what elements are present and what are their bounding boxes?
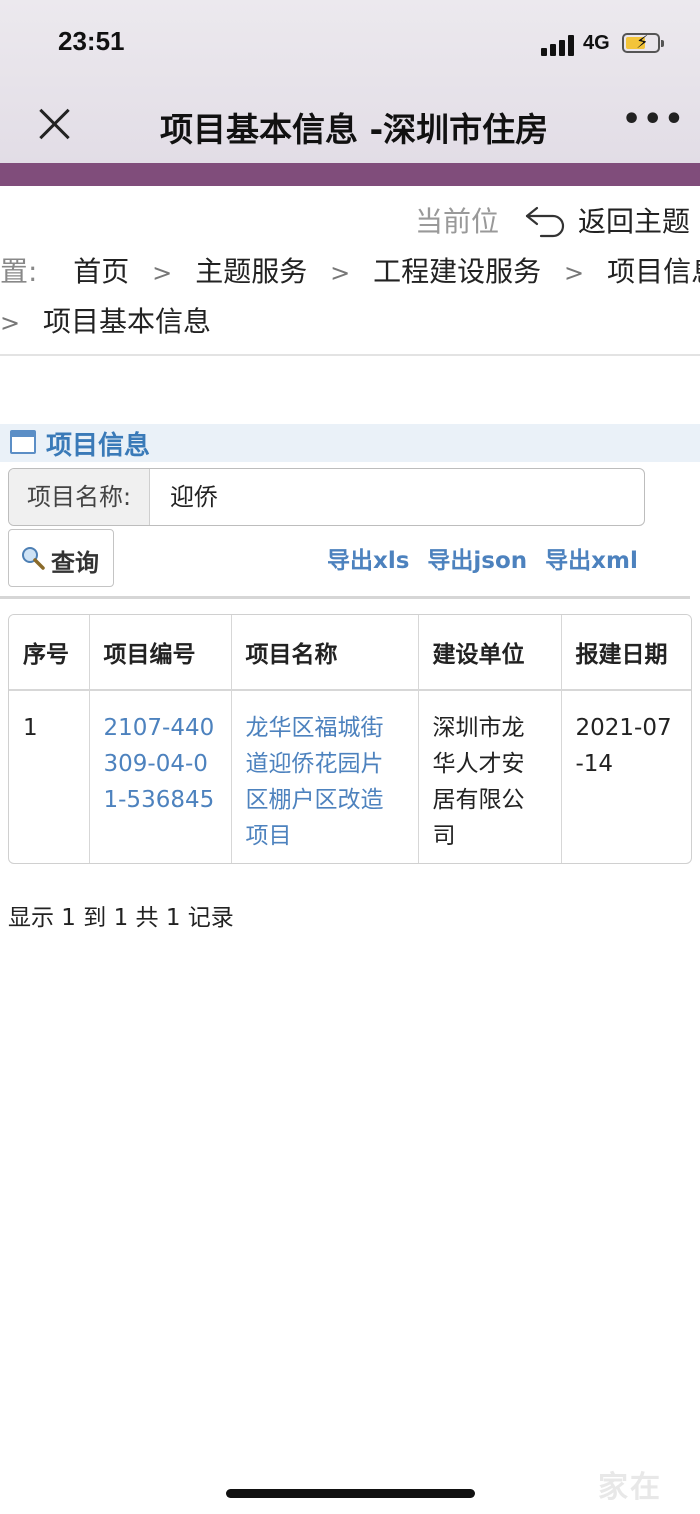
battery-icon: ⚡ xyxy=(622,32,664,53)
status-time: 23:51 xyxy=(58,26,125,56)
breadcrumb-continued: > 项目基本信息 xyxy=(0,300,211,340)
query-button[interactable]: 查询 xyxy=(8,529,114,587)
cell-project-code-link[interactable]: 2107-440309-04-01-536845 xyxy=(89,690,232,863)
breadcrumb-separator: > xyxy=(0,309,21,337)
page-title: 项目基本信息 -深圳市住房 xyxy=(160,110,549,149)
window-icon xyxy=(10,430,36,454)
cell-index: 1 xyxy=(9,690,90,863)
header-project-code[interactable]: 项目编号 xyxy=(89,615,232,691)
top-bar: 23:51 4G ⚡ 项目基本信息 -深圳市住房 ••• xyxy=(0,0,700,163)
record-count: 显示 1 到 1 共 1 记录 xyxy=(8,905,234,931)
project-name-field: 项目名称: 迎侨 xyxy=(8,468,645,526)
breadcrumb: 置: 首页 > 主题服务 > 工程建设服务 > 项目信息 xyxy=(0,250,700,290)
export-xml-link[interactable]: 导出xml xyxy=(545,548,638,574)
divider xyxy=(0,354,700,356)
header-divider-band xyxy=(0,163,700,186)
project-name-label: 项目名称: xyxy=(9,469,150,525)
signal-icon xyxy=(541,34,575,56)
header-index[interactable]: 序号 xyxy=(9,615,90,691)
breadcrumb-separator: > xyxy=(330,259,351,287)
close-button[interactable] xyxy=(30,100,78,148)
back-to-topic-link[interactable]: 返回主题 xyxy=(578,200,690,240)
current-position-label: 当前位 xyxy=(415,205,500,238)
breadcrumb-item-topic-services[interactable]: 主题服务 xyxy=(195,250,307,290)
table-header-row: 序号 项目编号 项目名称 建设单位 报建日期 xyxy=(9,615,691,691)
network-type: 4G xyxy=(583,32,610,54)
project-table: 序号 项目编号 项目名称 建设单位 报建日期 1 2107-440309-04-… xyxy=(8,614,692,864)
export-xls-link[interactable]: 导出xls xyxy=(327,548,409,574)
breadcrumb-item-construction-services[interactable]: 工程建设服务 xyxy=(373,250,541,290)
breadcrumb-item-project-info[interactable]: 项目信息 xyxy=(607,250,700,290)
breadcrumb-separator: > xyxy=(152,259,173,287)
cell-builder: 深圳市龙华人才安居有限公司 xyxy=(418,690,562,863)
table-row: 1 2107-440309-04-01-536845 龙华区福城街道迎侨花园片区… xyxy=(9,690,691,863)
panel-title: 项目信息 xyxy=(46,431,151,461)
more-options-icon[interactable]: ••• xyxy=(622,105,684,140)
breadcrumb-item-basic-info: 项目基本信息 xyxy=(43,305,212,338)
project-name-input[interactable]: 迎侨 xyxy=(170,469,218,525)
breadcrumb-lead: 置: xyxy=(0,255,38,288)
cell-project-name-link[interactable]: 龙华区福城街道迎侨花园片区棚户区改造项目 xyxy=(231,690,419,863)
query-label: 查询 xyxy=(51,549,99,577)
header-project-name[interactable]: 项目名称 xyxy=(231,615,419,691)
divider xyxy=(0,596,690,599)
export-links: 导出xls 导出json 导出xml xyxy=(327,541,638,575)
magnifier-icon xyxy=(22,547,45,570)
header-builder[interactable]: 建设单位 xyxy=(418,615,562,691)
back-arrow-icon[interactable] xyxy=(523,202,569,238)
cell-report-date: 2021-07-14 xyxy=(575,715,672,777)
home-indicator[interactable] xyxy=(226,1489,475,1498)
breadcrumb-item-home[interactable]: 首页 xyxy=(73,250,129,290)
export-json-link[interactable]: 导出json xyxy=(427,548,527,574)
breadcrumb-separator: > xyxy=(564,259,585,287)
watermark-logo: 家在 xyxy=(598,1470,662,1505)
header-report-date[interactable]: 报建日期 xyxy=(561,615,691,691)
